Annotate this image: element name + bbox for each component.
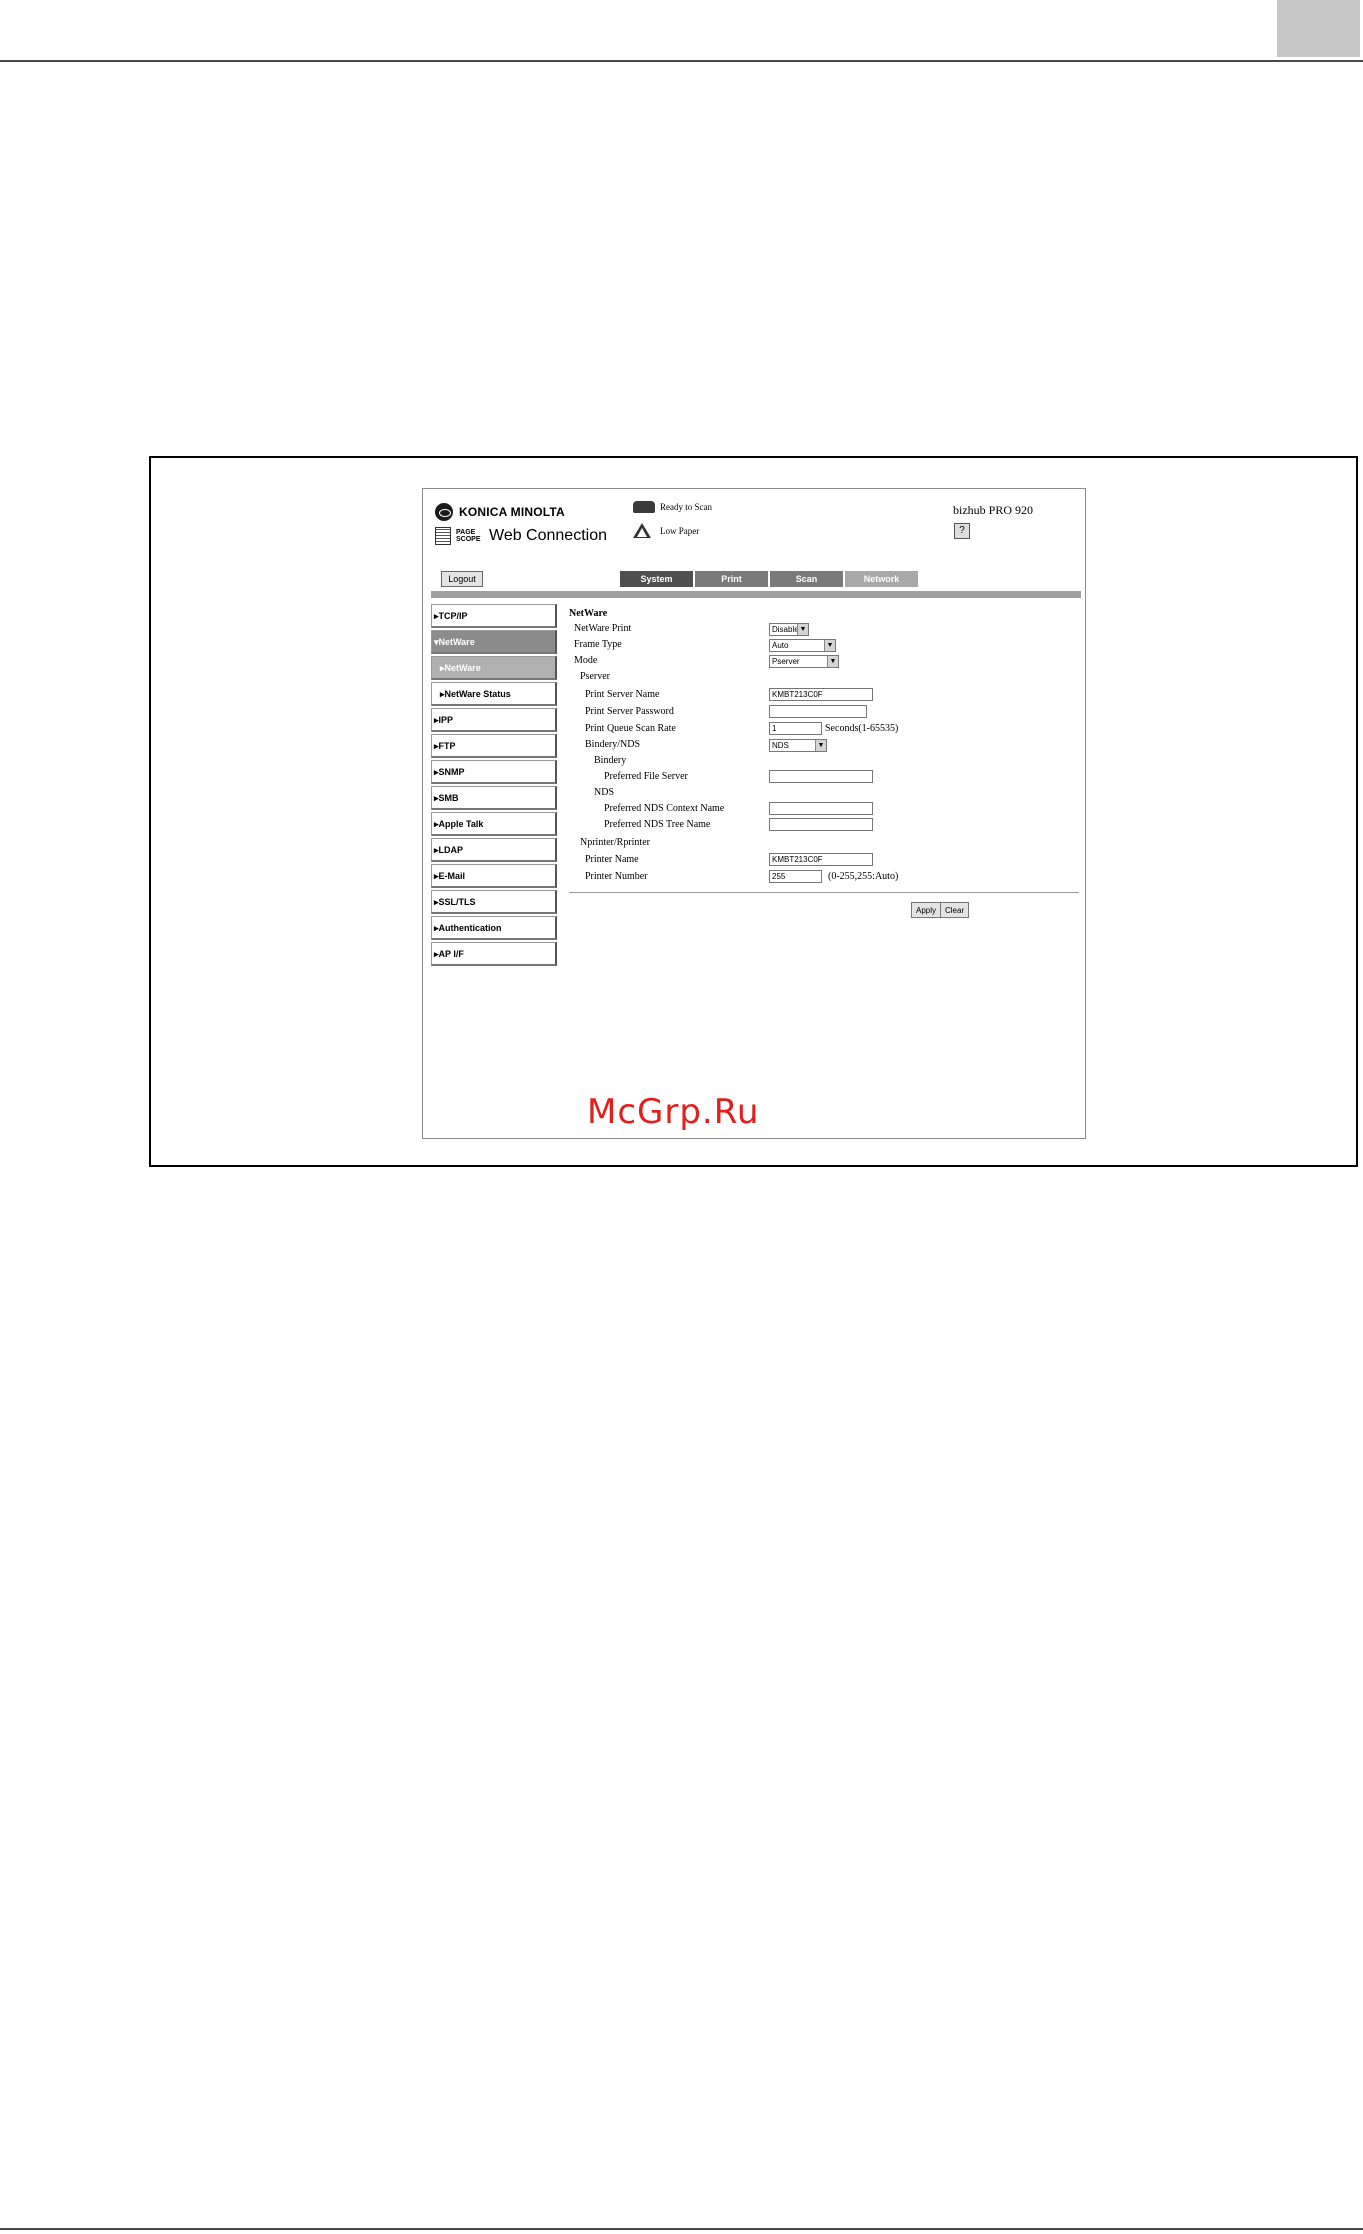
site-watermark: McGrp.Ru [587, 1092, 760, 1132]
netware-print-label: NetWare Print [574, 623, 632, 634]
tab-network[interactable]: Network [845, 571, 918, 587]
frame-type-label: Frame Type [574, 639, 622, 650]
sidebar-item-smb[interactable]: ▸SMB [431, 786, 557, 810]
print-server-name-input[interactable]: KMBT213C0F [769, 688, 873, 701]
chevron-down-icon: ▼ [797, 624, 808, 635]
sidebar-item-tcpip[interactable]: ▸TCP/IP [431, 604, 557, 628]
apply-button[interactable]: Apply [911, 902, 942, 918]
nds-context-label: Preferred NDS Context Name [604, 803, 725, 814]
sidebar-item-snmp[interactable]: ▸SNMP [431, 760, 557, 784]
printer-number-hint: (0-255,255:Auto) [828, 871, 899, 882]
tab-print[interactable]: Print [695, 571, 768, 587]
help-icon[interactable]: ? [954, 523, 970, 539]
sidebar-item-netware-status[interactable]: ▸NetWare Status [431, 682, 557, 706]
footer-rule [0, 2228, 1363, 2230]
printer-number-input[interactable]: 255 [769, 870, 822, 883]
print-server-password-input[interactable] [769, 705, 867, 718]
printer-name-input[interactable]: KMBT213C0F [769, 853, 873, 866]
print-server-name-label: Print Server Name [585, 689, 660, 700]
sidebar-item-authentication[interactable]: ▸Authentication [431, 916, 557, 940]
sidebar-item-ldap[interactable]: ▸LDAP [431, 838, 557, 862]
chevron-down-icon: ▼ [827, 656, 838, 667]
chevron-down-icon: ▼ [824, 640, 835, 651]
sidebar-item-netware-group[interactable]: ▾NetWare [431, 630, 557, 654]
brand-name: KONICA MINOLTA [459, 505, 565, 519]
form-title: NetWare [569, 608, 608, 619]
page-corner-tab [1277, 0, 1360, 57]
tab-system[interactable]: System [620, 571, 693, 587]
sidebar-item-ssl-tls[interactable]: ▸SSL/TLS [431, 890, 557, 914]
paper-status-text: Low Paper [660, 526, 700, 536]
bindery-nds-select[interactable]: NDS ▼ [769, 739, 827, 752]
scan-rate-input[interactable]: 1 [769, 722, 822, 735]
preferred-file-server-label: Preferred File Server [604, 771, 688, 782]
sidebar-item-ap-if[interactable]: ▸AP I/F [431, 942, 557, 966]
sidebar-item-email[interactable]: ▸E-Mail [431, 864, 557, 888]
sidebar-item-ipp[interactable]: ▸IPP [431, 708, 557, 732]
pagescope-label: PAGE SCOPE [456, 529, 481, 543]
brand-logo: KONICA MINOLTA [435, 503, 565, 521]
pserver-heading: Pserver [580, 671, 610, 682]
pagescope-icon [435, 527, 451, 545]
pagescope-logo: PAGE SCOPE Web Connection [435, 527, 607, 545]
scanner-status-text: Ready to Scan [660, 502, 712, 512]
nds-tree-input[interactable] [769, 818, 873, 831]
nds-tree-label: Preferred NDS Tree Name [604, 819, 711, 830]
nprinter-heading: Nprinter/Rprinter [580, 837, 650, 848]
main-tabs: System Print Scan Network [620, 571, 920, 587]
bindery-nds-label: Bindery/NDS [585, 739, 640, 750]
frame-type-select[interactable]: Auto ▼ [769, 639, 836, 652]
tab-scan[interactable]: Scan [770, 571, 843, 587]
mode-label: Mode [574, 655, 598, 666]
paper-status: Low Paper [633, 523, 699, 539]
sidebar: ▸TCP/IP ▾NetWare ▸NetWare ▸NetWare Statu… [431, 604, 557, 968]
nds-context-input[interactable] [769, 802, 873, 815]
clear-button[interactable]: Clear [940, 902, 970, 918]
printer-number-label: Printer Number [585, 871, 648, 882]
sidebar-item-netware[interactable]: ▸NetWare [431, 656, 557, 680]
sidebar-item-ftp[interactable]: ▸FTP [431, 734, 557, 758]
header-rule [0, 60, 1363, 62]
logout-button[interactable]: Logout [441, 571, 483, 587]
scanner-icon [633, 501, 655, 513]
scan-rate-label: Print Queue Scan Rate [585, 723, 676, 734]
web-connection-title: Web Connection [489, 527, 607, 544]
print-server-password-label: Print Server Password [585, 706, 674, 717]
chevron-down-icon: ▼ [815, 740, 826, 751]
scanner-status: Ready to Scan [633, 501, 712, 513]
form-divider [569, 892, 1079, 893]
warning-icon [633, 523, 655, 539]
web-connection-screenshot: KONICA MINOLTA PAGE SCOPE Web Connection … [422, 488, 1086, 1139]
preferred-file-server-input[interactable] [769, 770, 873, 783]
sidebar-item-apple-talk[interactable]: ▸Apple Talk [431, 812, 557, 836]
netware-print-select[interactable]: Disable ▼ [769, 623, 809, 636]
bindery-heading: Bindery [594, 755, 627, 766]
device-model: bizhub PRO 920 [953, 503, 1034, 517]
header-divider-bar [431, 591, 1081, 598]
nds-heading: NDS [594, 787, 615, 798]
printer-name-label: Printer Name [585, 854, 639, 865]
konica-minolta-logo-icon [435, 503, 453, 521]
scan-rate-hint: Seconds(1-65535) [825, 723, 899, 734]
mode-select[interactable]: Pserver ▼ [769, 655, 839, 668]
